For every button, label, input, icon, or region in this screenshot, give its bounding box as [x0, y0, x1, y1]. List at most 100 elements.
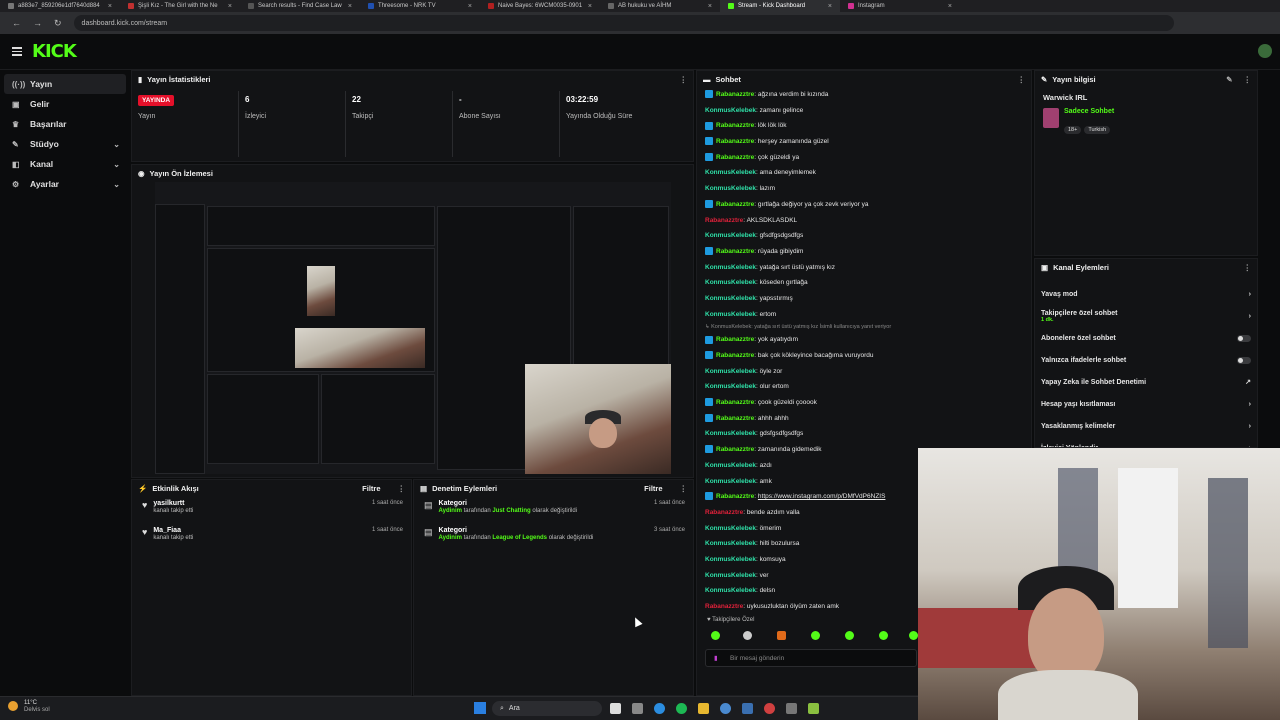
chat-username[interactable]: Rabanazztre	[716, 122, 754, 129]
moderator-name[interactable]: Aydinim	[439, 535, 462, 541]
chat-username[interactable]: KonmusKelebek	[705, 556, 756, 563]
chat-username[interactable]: KonmusKelebek	[705, 185, 756, 192]
close-icon[interactable]: ×	[828, 3, 832, 10]
chat-username[interactable]: Rabanazztre	[716, 493, 754, 500]
browser-tab[interactable]: Naive Bayes: 6WCM0035-0901 ×	[480, 0, 600, 12]
emote-icon[interactable]	[845, 631, 854, 640]
moderator-name[interactable]: Aydinim	[439, 508, 462, 514]
toggle-switch[interactable]	[1237, 356, 1251, 364]
address-bar[interactable]: dashboard.kick.com/stream	[73, 15, 1174, 31]
browser-tab[interactable]: Instagram ×	[840, 0, 960, 12]
app-icon[interactable]	[786, 703, 797, 714]
chat-username[interactable]: KonmusKelebek	[705, 295, 756, 302]
toggle-switch[interactable]	[1237, 334, 1251, 342]
tag-pill[interactable]: 18+	[1064, 126, 1082, 134]
chat-username[interactable]: KonmusKelebek	[705, 107, 756, 114]
tag-pill[interactable]: Turkish	[1084, 126, 1111, 134]
follower-name[interactable]: yasilkurtt	[153, 500, 193, 507]
forward-icon[interactable]: →	[33, 18, 42, 28]
sidebar-item[interactable]: ♛ Başarılar	[4, 114, 126, 134]
browser-tab[interactable]: Stream - Kick Dashboard ×	[720, 0, 840, 12]
browser-tab[interactable]: AB hukuku ve AİHM ×	[600, 0, 720, 12]
app-icon[interactable]	[808, 703, 819, 714]
chat-username[interactable]: KonmusKelebek	[705, 264, 756, 271]
chat-username[interactable]: KonmusKelebek	[705, 368, 756, 375]
channel-action-item[interactable]: Yasaklanmış kelimeler ›	[1035, 415, 1257, 437]
reload-icon[interactable]: ↻	[54, 18, 62, 29]
chat-username[interactable]: KonmusKelebek	[705, 525, 756, 532]
chat-username[interactable]: Rabanazztre	[716, 446, 754, 453]
menu-icon[interactable]	[12, 47, 22, 56]
channel-action-item[interactable]: Abonelere özel sohbet	[1035, 327, 1257, 349]
close-icon[interactable]: ×	[708, 3, 712, 10]
chat-username[interactable]: Rabanazztre	[716, 399, 754, 406]
taskbar-search[interactable]: ⌕ Ara	[492, 701, 602, 716]
category-link[interactable]: League of Legends	[492, 535, 547, 541]
chat-username[interactable]: Rabanazztre	[716, 201, 754, 208]
sidebar-item[interactable]: ⚙ Ayarlar ⌄	[4, 174, 126, 194]
windows-start-icon[interactable]	[474, 702, 486, 714]
kick-logo[interactable]: KICK	[32, 41, 77, 62]
chat-username[interactable]: KonmusKelebek	[705, 279, 756, 286]
more-icon[interactable]: ⋮	[1244, 75, 1252, 84]
chat-username[interactable]: Rabanazztre	[716, 138, 754, 145]
chat-username[interactable]: Rabanazztre	[716, 248, 754, 255]
channel-action-item[interactable]: İzleyici Yönlendir ›	[1035, 437, 1257, 448]
folder-icon[interactable]	[698, 703, 709, 714]
close-icon[interactable]: ×	[228, 3, 232, 10]
chat-username[interactable]: Rabanazztre	[705, 603, 743, 610]
chat-username[interactable]: KonmusKelebek	[705, 169, 756, 176]
edge-icon[interactable]	[654, 703, 665, 714]
sidebar-item[interactable]: ◧ Kanal ⌄	[4, 154, 126, 174]
more-icon[interactable]: ⋮	[1244, 263, 1252, 272]
more-icon[interactable]: ⋮	[1018, 75, 1026, 84]
chat-username[interactable]: Rabanazztre	[716, 352, 754, 359]
stream-preview-video[interactable]	[155, 182, 671, 474]
sidebar-item[interactable]: ((·)) Yayın	[4, 74, 126, 94]
emote-icon[interactable]	[743, 631, 752, 640]
close-icon[interactable]: ×	[468, 3, 472, 10]
emote-icon[interactable]	[909, 631, 918, 640]
browser-tab[interactable]: Şişli Kız - The Girl with the Ne ×	[120, 0, 240, 12]
chat-username[interactable]: Rabanazztre	[716, 91, 754, 98]
browser-tab[interactable]: Search results - Find Case Law ×	[240, 0, 360, 12]
chat-username[interactable]: Rabanazztre	[716, 415, 754, 422]
more-icon[interactable]: ⋮	[680, 75, 688, 84]
mic-icon[interactable]: ▮	[714, 654, 718, 662]
chat-username[interactable]: Rabanazztre	[716, 154, 754, 161]
chat-username[interactable]: KonmusKelebek	[705, 572, 756, 579]
chrome-icon[interactable]	[720, 703, 731, 714]
chat-username[interactable]: Rabanazztre	[716, 336, 754, 343]
chat-username[interactable]: Rabanazztre	[705, 217, 743, 224]
browser-tab[interactable]: a883e7_859206e1df7640d884 ×	[0, 0, 120, 12]
category-name[interactable]: Sadece Sohbet	[1064, 108, 1114, 115]
channel-action-item[interactable]: Hesap yaşı kısıtlaması ›	[1035, 393, 1257, 415]
emote-icon[interactable]	[879, 631, 888, 640]
emote-icon[interactable]	[777, 631, 786, 640]
chat-username[interactable]: KonmusKelebek	[705, 232, 756, 239]
chat-username[interactable]: Rabanazztre	[705, 509, 743, 516]
chat-username[interactable]: KonmusKelebek	[705, 430, 756, 437]
store-icon[interactable]	[632, 703, 643, 714]
category-link[interactable]: Just Chatting	[492, 508, 530, 514]
chat-input[interactable]: ▮ Bir mesaj gönderin	[705, 649, 917, 667]
chat-link[interactable]: https://www.instagram.com/p/DMfVdP6NZIS	[758, 493, 886, 500]
task-view-icon[interactable]	[610, 703, 621, 714]
back-icon[interactable]: ←	[12, 18, 21, 28]
channel-action-item[interactable]: Yalnızca ifadelerle sohbet	[1035, 349, 1257, 371]
chat-username[interactable]: KonmusKelebek	[705, 587, 756, 594]
steam-icon[interactable]	[742, 703, 753, 714]
channel-action-item[interactable]: Yavaş mod ›	[1035, 283, 1257, 305]
app-icon[interactable]	[764, 703, 775, 714]
follower-name[interactable]: Ma_Fiaa	[153, 527, 193, 534]
more-icon[interactable]: ⋮	[398, 484, 406, 493]
spotify-icon[interactable]	[676, 703, 687, 714]
chat-username[interactable]: KonmusKelebek	[705, 462, 756, 469]
filter-button[interactable]: Filtre	[644, 484, 662, 493]
emote-icon[interactable]	[811, 631, 820, 640]
chat-username[interactable]: KonmusKelebek	[705, 383, 756, 390]
close-icon[interactable]: ×	[948, 3, 952, 10]
more-icon[interactable]: ⋮	[680, 484, 688, 493]
close-icon[interactable]: ×	[108, 3, 112, 10]
sidebar-item[interactable]: ✎ Stüdyo ⌄	[4, 134, 126, 154]
